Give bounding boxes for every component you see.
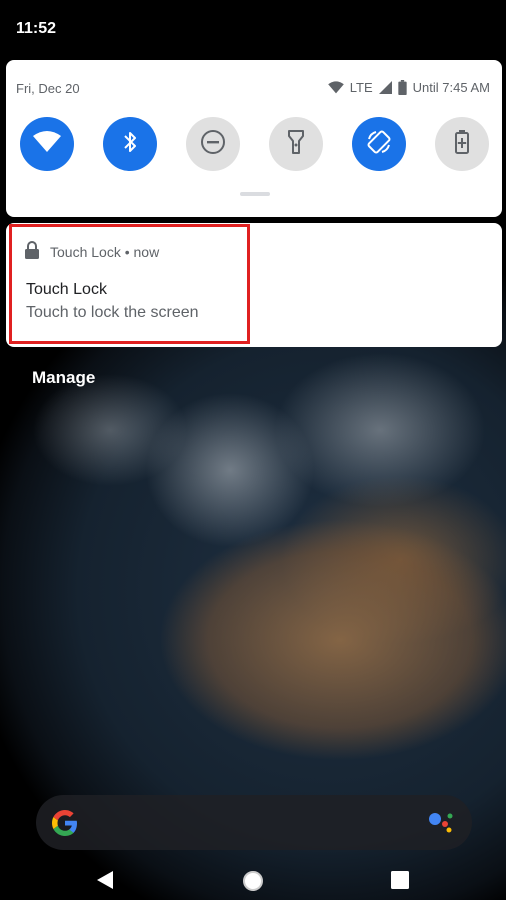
manage-button[interactable]: Manage (32, 368, 95, 388)
flashlight-tile[interactable] (269, 117, 323, 171)
bluetooth-tile[interactable] (103, 117, 157, 171)
wifi-tile[interactable] (20, 117, 74, 171)
drag-handle[interactable] (240, 192, 270, 196)
qs-status-icons: LTE Until 7:45 AM (327, 80, 490, 95)
navigation-bar (0, 858, 506, 900)
wifi-icon (33, 130, 61, 158)
battery-text: Until 7:45 AM (412, 80, 490, 95)
battery-saver-icon (455, 129, 469, 159)
highlight-box (9, 224, 250, 344)
do-not-disturb-tile[interactable] (186, 117, 240, 171)
cell-signal-icon (378, 81, 392, 94)
auto-rotate-icon (366, 129, 392, 160)
clock: 11:52 (16, 20, 57, 37)
battery-saver-tile[interactable] (435, 117, 489, 171)
notification-touch-lock[interactable]: Touch Lock • now Touch Lock Touch to loc… (6, 223, 502, 347)
search-bar[interactable] (36, 795, 472, 850)
battery-icon (398, 80, 407, 95)
assistant-icon[interactable] (428, 811, 454, 840)
wifi-signal-icon (327, 81, 344, 94)
bluetooth-icon (123, 130, 137, 159)
back-icon[interactable] (96, 870, 114, 890)
recents-icon[interactable] (390, 870, 410, 890)
auto-rotate-tile[interactable] (352, 117, 406, 171)
flashlight-icon (288, 129, 304, 160)
network-type: LTE (349, 80, 373, 95)
qs-date[interactable]: Fri, Dec 20 (16, 81, 80, 96)
do-not-disturb-icon (200, 129, 226, 160)
quick-settings-panel: Fri, Dec 20 LTE Until 7:45 AM (6, 60, 502, 217)
status-bar: 11:52 (0, 0, 506, 60)
google-logo-icon (50, 808, 80, 843)
home-icon[interactable] (242, 870, 264, 892)
